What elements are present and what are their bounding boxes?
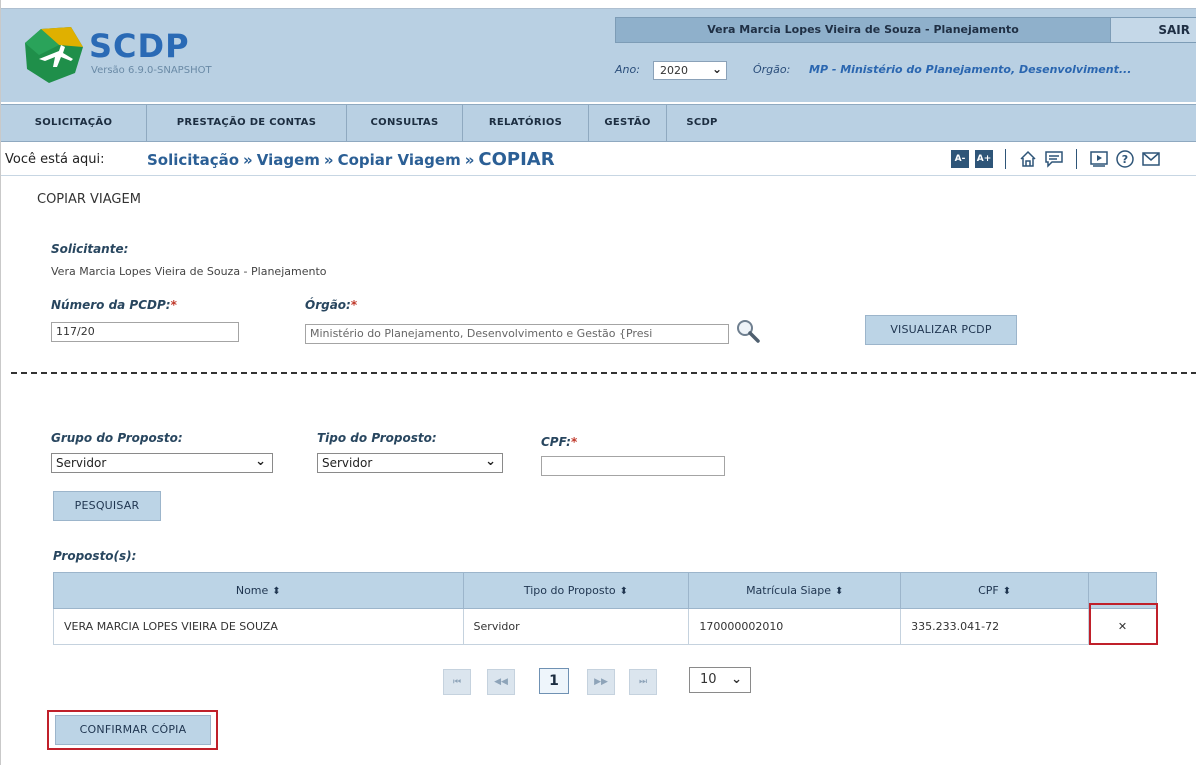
- cpf-input[interactable]: [541, 456, 725, 476]
- grupo-proposto-select[interactable]: Servidor ⌄: [51, 453, 273, 473]
- sort-icon: ⬍: [1002, 586, 1012, 597]
- chevron-down-icon: ⌄: [731, 672, 742, 687]
- page-size-select[interactable]: 10 ⌄: [689, 667, 751, 693]
- font-decrease-button[interactable]: A-: [951, 150, 969, 168]
- solicitante-value: Vera Marcia Lopes Vieira de Souza - Plan…: [51, 265, 327, 278]
- accessibility-toolbar: A- A+ ?: [951, 148, 1161, 170]
- grupo-proposto-label: Grupo do Proposto:: [51, 431, 183, 445]
- last-page-button[interactable]: ⏭: [629, 669, 657, 695]
- nav-item-prestacao-de-contas[interactable]: PRESTAÇÃO DE CONTAS: [147, 105, 347, 141]
- app-logo[interactable]: SCDP Versão 6.9.0-SNAPSHOT: [19, 23, 259, 93]
- search-icon[interactable]: [735, 318, 761, 344]
- logout-link[interactable]: SAIR: [1111, 17, 1196, 43]
- solicitante-label: Solicitante:: [51, 242, 129, 256]
- app-version: Versão 6.9.0-SNAPSHOT: [91, 65, 212, 76]
- app-header: SCDP Versão 6.9.0-SNAPSHOT Vera Marcia L…: [1, 8, 1196, 102]
- breadcrumb-item-current: COPIAR: [478, 149, 555, 170]
- tipo-proposto-value: Servidor: [322, 456, 373, 470]
- nav-item-consultas[interactable]: CONSULTAS: [347, 105, 463, 141]
- column-header-cpf[interactable]: CPF ⬍: [900, 572, 1090, 609]
- chat-icon[interactable]: [1044, 149, 1064, 169]
- chevron-down-icon: ⌄: [485, 454, 496, 469]
- ano-select[interactable]: 2020 ⌄: [653, 61, 727, 80]
- svg-text:?: ?: [1122, 153, 1128, 166]
- app-title: SCDP: [89, 27, 190, 65]
- section-divider: [11, 372, 1196, 374]
- prev-page-button[interactable]: ◀◀: [487, 669, 515, 695]
- page-frame: SCDP Versão 6.9.0-SNAPSHOT Vera Marcia L…: [0, 0, 1196, 765]
- breadcrumb-separator: »: [323, 151, 334, 169]
- visualizar-pcdp-button[interactable]: VISUALIZAR PCDP: [865, 315, 1017, 345]
- column-header-nome[interactable]: Nome ⬍: [53, 572, 464, 609]
- propostos-table: Nome ⬍ Tipo do Proposto ⬍ Matrícula Siape ⬍…: [53, 572, 1157, 645]
- table-row: VERA MARCIA LOPES VIEIRA DE SOUZA Servid…: [53, 608, 1157, 645]
- breadcrumb-links: Solicitação» Viagem» Copiar Viagem» COPIAR: [147, 149, 555, 170]
- airplane-logo-icon: [25, 27, 83, 83]
- home-icon[interactable]: [1018, 149, 1038, 169]
- column-header-matricula[interactable]: Matrícula Siape ⬍: [688, 572, 902, 609]
- confirm-highlight-box: [47, 710, 218, 750]
- nav-item-gestao[interactable]: GESTÃO: [589, 105, 667, 141]
- chevron-down-icon: ⌄: [255, 454, 266, 469]
- ano-label: Ano:: [615, 63, 640, 76]
- breadcrumb-separator: »: [243, 151, 253, 169]
- toolbar-divider: [1005, 149, 1006, 169]
- page-size-value: 10: [700, 672, 717, 687]
- nav-item-relatorios[interactable]: RELATÓRIOS: [463, 105, 589, 141]
- sort-icon: ⬍: [272, 586, 281, 597]
- user-name: Vera Marcia Lopes Vieira de Souza - Plan…: [615, 17, 1111, 43]
- nav-item-solicitacao[interactable]: SOLICITAÇÃO: [1, 105, 147, 141]
- mail-icon[interactable]: [1141, 149, 1161, 169]
- current-page[interactable]: 1: [539, 668, 569, 694]
- table-header-row: Nome ⬍ Tipo do Proposto ⬍ Matrícula Siape ⬍…: [53, 572, 1157, 609]
- pesquisar-button[interactable]: PESQUISAR: [53, 491, 161, 521]
- propostos-label: Proposto(s):: [53, 549, 137, 563]
- breadcrumb-prefix: Você está aqui:: [5, 152, 105, 167]
- orgao-header-label: Órgão:: [753, 63, 791, 76]
- nav-item-scdp[interactable]: SCDP: [667, 105, 737, 141]
- sort-icon: ⬍: [835, 586, 844, 597]
- breadcrumb-item-copiar-viagem[interactable]: Copiar Viagem: [338, 151, 461, 169]
- sort-icon: ⬍: [619, 586, 629, 597]
- orgao-input[interactable]: Ministério do Planejamento, Desenvolvime…: [305, 324, 729, 344]
- numero-pcdp-input[interactable]: 117/20: [51, 322, 239, 342]
- tipo-proposto-label: Tipo do Proposto:: [317, 431, 437, 445]
- next-page-button[interactable]: ▶▶: [587, 669, 615, 695]
- toolbar-divider: [1076, 149, 1077, 169]
- cell-tipo: Servidor: [462, 608, 690, 645]
- column-header-tipo[interactable]: Tipo do Proposto ⬍: [462, 572, 690, 609]
- cpf-label: CPF:*: [541, 435, 578, 449]
- breadcrumb-item-solicitacao[interactable]: Solicitação: [147, 151, 239, 169]
- font-increase-button[interactable]: A+: [975, 150, 993, 168]
- cell-matricula: 170000002010: [688, 608, 902, 645]
- cell-nome: VERA MARCIA LOPES VIEIRA DE SOUZA: [53, 608, 464, 645]
- chevron-down-icon: ⌄: [711, 62, 722, 76]
- help-icon[interactable]: ?: [1115, 149, 1135, 169]
- cell-cpf: 335.233.041-72: [900, 608, 1090, 645]
- delete-highlight-box: [1089, 603, 1158, 645]
- page-title: COPIAR VIAGEM: [37, 192, 141, 207]
- main-nav: SOLICITAÇÃO PRESTAÇÃO DE CONTAS CONSULTA…: [1, 104, 1196, 142]
- orgao-label: Órgão:*: [305, 298, 358, 312]
- tipo-proposto-select[interactable]: Servidor ⌄: [317, 453, 503, 473]
- orgao-header-link[interactable]: MP - Ministério do Planejamento, Desenvo…: [809, 63, 1131, 76]
- grupo-proposto-value: Servidor: [56, 456, 107, 470]
- breadcrumb-divider: [1, 175, 1196, 176]
- video-icon[interactable]: [1089, 149, 1109, 169]
- numero-pcdp-label: Número da PCDP:*: [51, 298, 177, 312]
- breadcrumb-separator: »: [464, 151, 475, 169]
- breadcrumb-item-viagem[interactable]: Viagem: [257, 151, 320, 169]
- first-page-button[interactable]: ⏮: [443, 669, 471, 695]
- ano-value: 2020: [660, 64, 688, 77]
